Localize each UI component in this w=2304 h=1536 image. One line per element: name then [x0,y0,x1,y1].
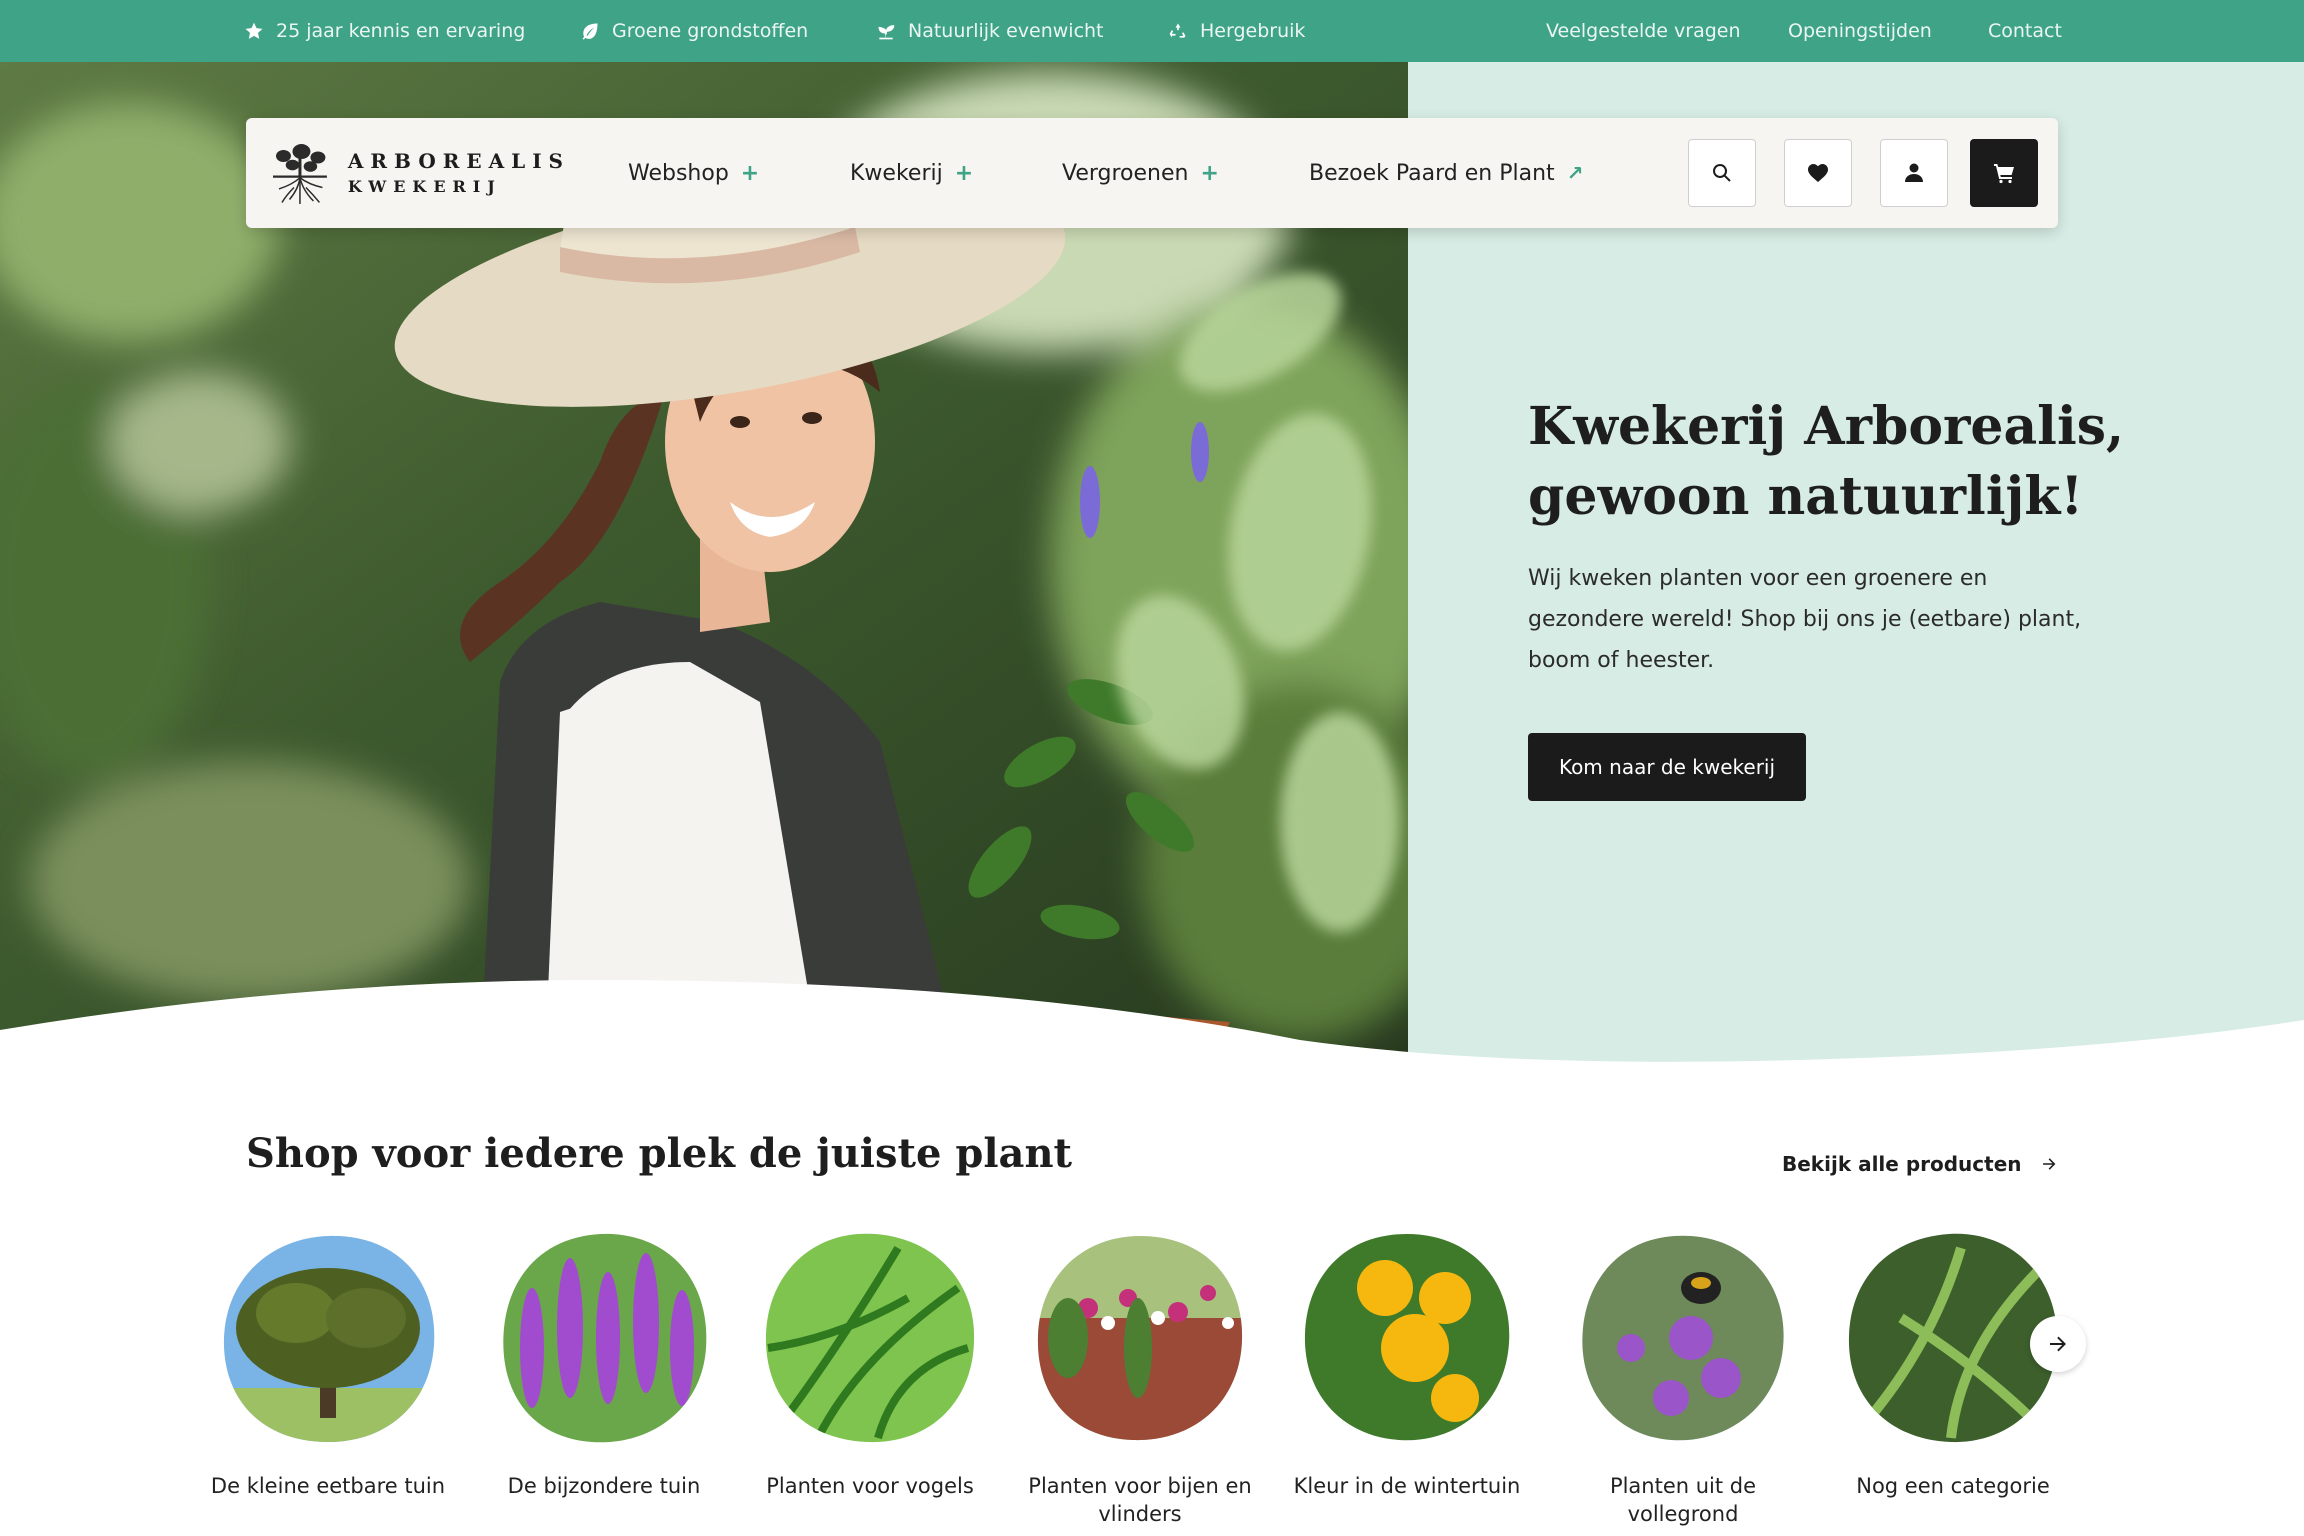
leaf-icon [582,23,598,40]
usp-label: Natuurlijk evenwicht [908,20,1104,42]
category-image [503,1233,707,1443]
category-image [765,1233,975,1443]
view-all-products-label: Bekijk alle producten [1782,1152,2022,1176]
usp-materials: Groene grondstoffen [580,0,808,62]
category-label: Planten voor vogels [766,1474,974,1498]
wishlist-button[interactable] [1784,139,1852,207]
plus-icon: + [740,160,760,186]
nav-item-label: Bezoek Paard en Plant [1309,160,1555,186]
hero-wave-divider [0,980,2304,1080]
top-bar: 25 jaar kennis en ervaring Groene gronds… [0,0,2304,62]
plus-icon: + [954,160,974,186]
usp-label: Hergebruik [1200,20,1306,42]
hero-title-line: Kwekerij Arborealis, [1528,396,2125,457]
category-label: Nog een categorie [1856,1474,2050,1498]
category-card[interactable]: De kleine eetbare tuin [203,1228,453,1498]
nav-item-bezoek-paard-en-plant[interactable]: Bezoek Paard en Plant ↗ [1309,118,1583,228]
main-navigation: ARBOREALIS KWEKERIJ Webshop + Kwekerij +… [246,118,2058,228]
category-label: De bijzondere tuin [507,1474,701,1498]
nav-item-label: Vergroenen [1062,160,1189,186]
hero-title-line: gewoon natuurlijk! [1528,466,2084,527]
logo-line: ARBOREALIS [347,149,570,173]
usp-experience: 25 jaar kennis en ervaring [244,0,525,62]
cart-button[interactable] [1970,139,2038,207]
sprout-icon [878,25,895,40]
heart-icon [1808,164,1828,182]
category-label: Kleur in de wintertuin [1293,1474,1521,1498]
cart-icon [1994,164,2014,184]
nav-item-kwekerij[interactable]: Kwekerij + [850,118,973,228]
view-all-products-link[interactable]: Bekijk alle producten [1782,1146,2058,1182]
search-button[interactable] [1688,139,1756,207]
recycle-icon [1169,23,1186,38]
search-icon [1713,164,1731,182]
usp-reuse: Hergebruik [1168,0,1305,62]
hero-title: Kwekerij Arborealis, gewoon natuurlijk! [1528,392,2148,532]
category-label: Planten voor bijen en vlinders [1028,1474,1252,1526]
contact-link[interactable]: Contact [1988,0,2062,62]
plus-icon: + [1200,160,1219,186]
nav-item-label: Webshop [628,160,729,186]
opening-hours-link[interactable]: Openingstijden [1788,0,1932,62]
usp-label: 25 jaar kennis en ervaring [276,20,526,42]
carousel-next-button[interactable] [2030,1316,2086,1372]
category-card[interactable]: Kleur in de wintertuin [1282,1228,1532,1498]
visit-nursery-button[interactable]: Kom naar de kwekerij [1528,733,1806,801]
arrow-right-icon [2050,1336,2066,1352]
usp-balance: Natuurlijk evenwicht [876,0,1104,62]
tree-roots-logo-icon [272,144,327,204]
section-title: Shop voor iedere plek de juiste plant [246,1130,1073,1177]
category-card[interactable]: Planten voor bijen en vlinders [1015,1228,1265,1526]
usp-label: Groene grondstoffen [612,20,809,42]
category-image [223,1235,435,1442]
category-image [1304,1234,1510,1441]
faq-link[interactable]: Veelgestelde vragen [1546,0,1741,62]
external-arrow-icon: ↗ [1566,161,1584,185]
account-button[interactable] [1880,139,1948,207]
star-icon [245,22,263,39]
category-card[interactable]: Planten voor vogels [745,1228,995,1498]
logo-line: KWEKERIJ [347,177,502,196]
nav-item-label: Kwekerij [850,160,943,186]
category-label: Planten uit de vollegrond [1609,1474,1757,1526]
category-image [1037,1236,1243,1441]
arrow-right-icon [2042,1158,2055,1170]
user-icon [1905,163,1923,182]
nav-item-webshop[interactable]: Webshop + [628,118,759,228]
category-label: De kleine eetbare tuin [210,1474,446,1498]
hero-description: Wij kweken planten voor een groenere en … [1528,566,2082,673]
category-card[interactable]: Planten uit de vollegrond [1558,1228,1808,1526]
nav-item-vergroenen[interactable]: Vergroenen + [1062,118,1219,228]
category-image [1582,1235,1784,1441]
category-card[interactable]: De bijzondere tuin [479,1228,729,1498]
logo[interactable]: ARBOREALIS KWEKERIJ [270,130,570,218]
logo-wordmark: ARBOREALIS KWEKERIJ [348,148,570,200]
